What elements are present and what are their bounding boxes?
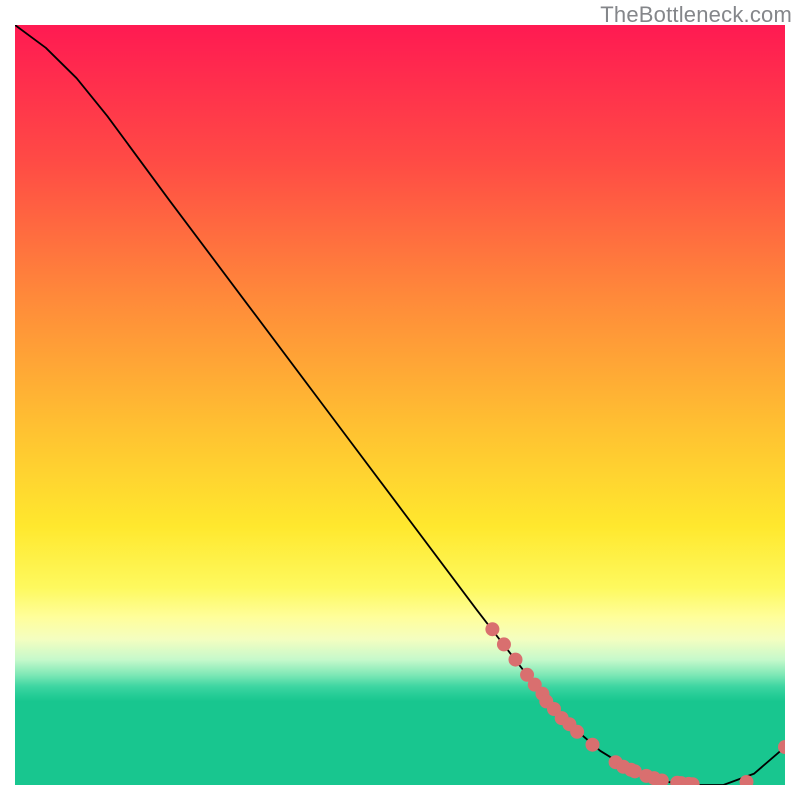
attribution-label: TheBottleneck.com bbox=[600, 2, 792, 28]
chart-overlay bbox=[15, 25, 785, 785]
curve-series bbox=[15, 25, 785, 785]
curve-path bbox=[15, 25, 785, 785]
data-point bbox=[570, 725, 584, 739]
data-point bbox=[509, 653, 523, 667]
chart-container: TheBottleneck.com bbox=[0, 0, 800, 800]
data-point bbox=[586, 738, 600, 752]
data-point bbox=[740, 775, 754, 785]
marker-series bbox=[485, 622, 785, 785]
data-point bbox=[485, 622, 499, 636]
data-point bbox=[497, 637, 511, 651]
